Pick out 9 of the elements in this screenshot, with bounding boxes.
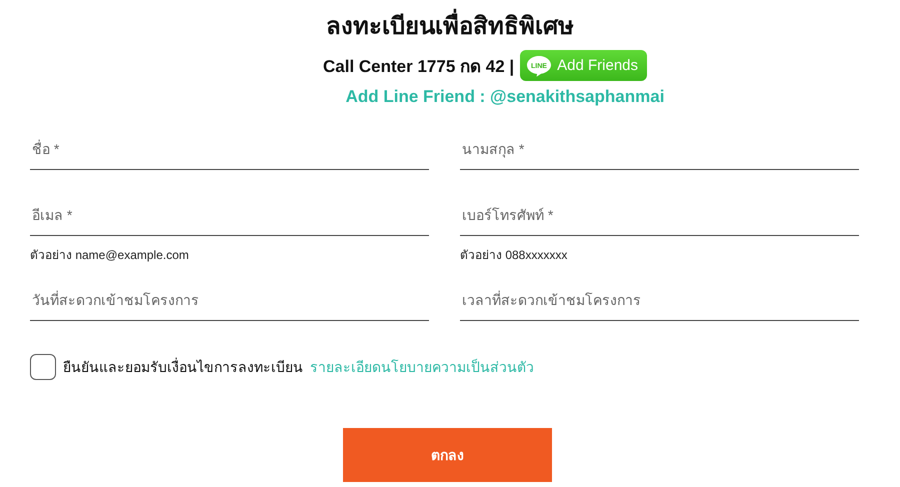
field-hint: ตัวอย่าง name@example.com bbox=[30, 247, 190, 264]
page-title: ลงทะเบียนเพื่อสิทธิพิเศษ bbox=[0, 10, 900, 44]
consent-text: ยืนยันและยอมรับเงื่อนไขการลงทะเบียน bbox=[63, 356, 303, 377]
privacy-policy-link[interactable]: รายละเอียดนโยบายความเป็นส่วนตัว bbox=[310, 356, 534, 378]
field-hint: ตัวอย่าง 088xxxxxxx bbox=[460, 247, 568, 264]
submit-button[interactable]: ตกลง bbox=[343, 428, 552, 482]
call-center-text: Call Center 1775 กด 42 | bbox=[323, 56, 514, 78]
checkbox[interactable] bbox=[30, 354, 56, 380]
line-friend-text: Add Line Friend : @senakithsaphanmai bbox=[344, 87, 666, 107]
